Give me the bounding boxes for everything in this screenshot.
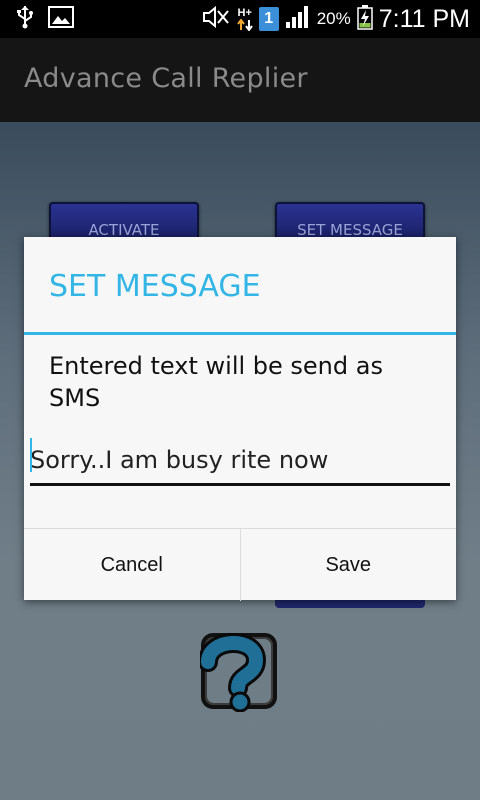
hplus-data-icon: H+	[236, 6, 253, 31]
message-input[interactable]	[30, 437, 450, 486]
usb-icon	[16, 5, 34, 33]
battery-charging-icon	[357, 4, 373, 34]
question-mark-icon[interactable]	[198, 632, 277, 713]
dialog-button-bar: Cancel Save	[24, 528, 456, 601]
cancel-button[interactable]: Cancel	[24, 529, 240, 601]
text-cursor	[30, 438, 32, 472]
signal-icon	[285, 5, 311, 33]
battery-percent: 20%	[316, 9, 351, 28]
clock: 7:11 PM	[378, 4, 470, 33]
set-message-dialog: SET MESSAGE Entered text will be send as…	[24, 237, 456, 601]
action-bar: Advance Call Replier	[0, 38, 480, 122]
sim-1-icon: 1	[258, 7, 279, 31]
dialog-title-divider	[24, 332, 456, 335]
status-bar: H+ 1 20% 7:11 PM	[0, 0, 480, 38]
image-icon	[48, 6, 74, 32]
save-button[interactable]: Save	[239, 529, 457, 601]
mute-icon	[201, 5, 231, 33]
dialog-message: Entered text will be send as SMS	[49, 352, 383, 412]
data-type-label: H+	[237, 6, 252, 19]
sim-label: 1	[264, 10, 274, 27]
app-title: Advance Call Replier	[24, 63, 308, 94]
dialog-title: SET MESSAGE	[49, 269, 261, 304]
